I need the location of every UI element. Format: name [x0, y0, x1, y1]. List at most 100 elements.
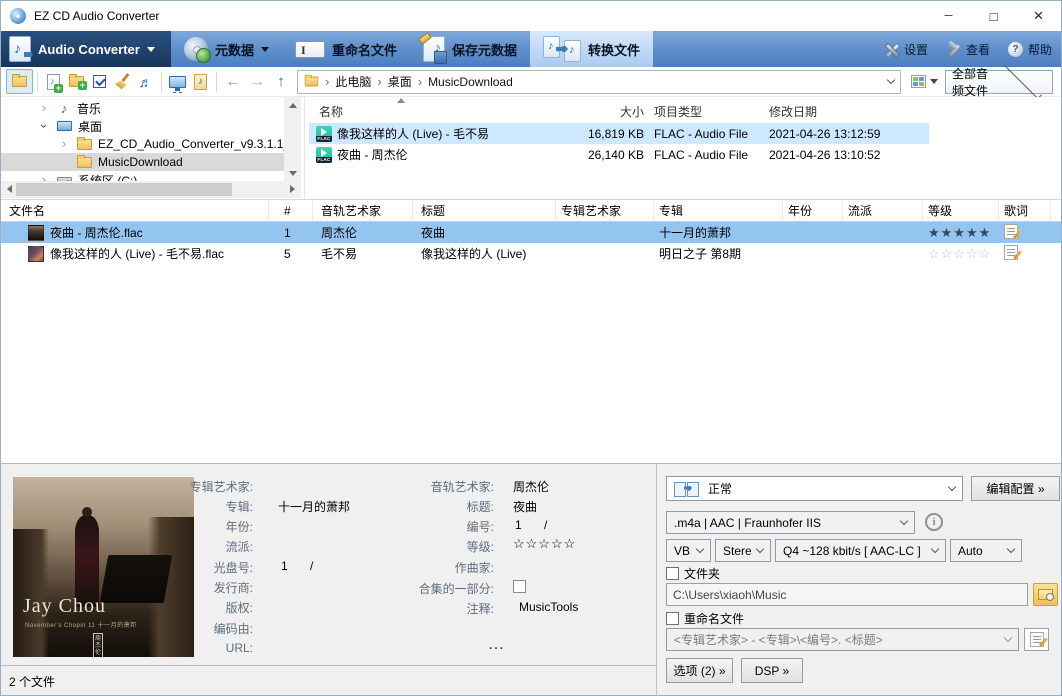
- track-filename: 像我这样的人 (Live) - 毛不易.flac: [50, 247, 225, 261]
- column-header-album-artist[interactable]: 专辑艺术家: [556, 199, 654, 222]
- metadata-button[interactable]: 元数据: [171, 31, 282, 67]
- column-header-artist[interactable]: 音轨艺术家: [313, 199, 413, 222]
- music-note-icon: [57, 101, 71, 116]
- audio-file-button[interactable]: [189, 69, 212, 94]
- samplerate-combo[interactable]: Auto: [950, 539, 1022, 562]
- column-header-lyrics[interactable]: 歌词: [999, 199, 1051, 222]
- tree-item-system-drive[interactable]: 系统区 (C:): [1, 171, 284, 181]
- display-button[interactable]: [166, 69, 189, 94]
- samplerate-value: Auto: [958, 543, 983, 558]
- breadcrumb-item-this-pc[interactable]: 此电脑: [335, 73, 371, 90]
- minimize-button[interactable]: [926, 1, 971, 31]
- explorer-row[interactable]: 像我这样的人 (Live) - 毛不易 16,819 KB FLAC - Aud…: [309, 123, 929, 144]
- info-icon[interactable]: [925, 513, 943, 531]
- tree-item-ezcd-folder[interactable]: EZ_CD_Audio_Converter_v9.3.1.1_x64_I: [1, 135, 284, 153]
- chevron-right-icon[interactable]: [37, 102, 51, 114]
- tree-horizontal-scrollbar[interactable]: [1, 181, 301, 198]
- table-row[interactable]: 夜曲 - 周杰伦.flac 1 周杰伦 夜曲 十一月的萧邦 ★★★★★: [1, 222, 1061, 243]
- scroll-down-button[interactable]: [284, 165, 301, 181]
- lyrics-edit-icon[interactable]: [1004, 244, 1018, 260]
- value-track-artist[interactable]: 周杰伦: [513, 478, 549, 495]
- add-files-button[interactable]: [42, 69, 65, 94]
- convert-files-button[interactable]: 转换文件: [530, 31, 654, 67]
- edit-pattern-button[interactable]: [1024, 628, 1049, 651]
- value-title[interactable]: 夜曲: [513, 498, 537, 515]
- save-metadata-button[interactable]: 保存元数据: [410, 31, 530, 67]
- chevron-expanded-icon[interactable]: [37, 120, 51, 132]
- chevron-down-icon[interactable]: [886, 75, 896, 85]
- settings-button[interactable]: 设置: [875, 31, 937, 67]
- value-number[interactable]: 1: [515, 518, 522, 532]
- tree-item-desktop[interactable]: 桌面: [1, 117, 284, 135]
- output-path-field[interactable]: C:\Users\xiaoh\Music: [666, 583, 1028, 606]
- up-button[interactable]: [269, 69, 293, 94]
- preset-combo[interactable]: 正常: [666, 476, 963, 501]
- explorer-header: 名称 大小 项目类型 修改日期: [309, 97, 1061, 123]
- edit-profile-button[interactable]: 编辑配置 »: [971, 476, 1060, 501]
- column-header-genre[interactable]: 流派: [843, 199, 923, 222]
- forward-button[interactable]: [245, 69, 269, 94]
- compilation-checkbox[interactable]: [513, 580, 526, 593]
- pane-splitter[interactable]: [304, 97, 305, 199]
- app-icon: [10, 8, 26, 24]
- column-header-modified[interactable]: 修改日期: [764, 103, 929, 120]
- browse-folder-button[interactable]: [1033, 583, 1058, 606]
- file-type-filter[interactable]: 全部音频文件: [945, 61, 1053, 99]
- bitrate-mode-combo[interactable]: VBR: [666, 539, 711, 562]
- maximize-button[interactable]: [971, 1, 1016, 31]
- clear-list-button[interactable]: [111, 69, 134, 94]
- options-button[interactable]: 选项 (2) »: [666, 658, 733, 683]
- folder-checkbox-row: 文件夹: [666, 565, 720, 582]
- tree-item-musicdownload[interactable]: MusicDownload: [1, 153, 284, 171]
- lyrics-edit-icon[interactable]: [1004, 223, 1018, 239]
- chevron-right-icon[interactable]: [37, 174, 51, 181]
- label-composer: 作曲家:: [454, 561, 494, 575]
- format-combo[interactable]: .m4a | AAC | Fraunhofer IIS: [666, 511, 915, 534]
- value-comment[interactable]: MusicTools: [519, 600, 578, 614]
- tree-vertical-scrollbar[interactable]: [284, 97, 301, 181]
- column-header-type[interactable]: 项目类型: [649, 103, 764, 120]
- dsp-button[interactable]: DSP »: [741, 658, 803, 683]
- channels-combo[interactable]: Stereo: [715, 539, 771, 562]
- breadcrumb[interactable]: 此电脑 桌面 MusicDownload: [297, 69, 901, 94]
- table-row[interactable]: 像我这样的人 (Live) - 毛不易.flac 5 毛不易 像我这样的人 (L…: [1, 243, 1061, 264]
- close-button[interactable]: [1016, 1, 1061, 31]
- column-header-filename[interactable]: 文件名: [1, 199, 269, 222]
- select-all-button[interactable]: [88, 69, 111, 94]
- value-disc[interactable]: 1: [281, 559, 288, 573]
- more-button[interactable]: ...: [489, 638, 505, 652]
- breadcrumb-item-desktop[interactable]: 桌面: [388, 73, 412, 90]
- column-header-album[interactable]: 专辑: [654, 199, 783, 222]
- track-filename-cell: 夜曲 - 周杰伦.flac: [1, 224, 269, 241]
- track-rating-stars[interactable]: ☆☆☆☆☆: [923, 246, 999, 262]
- rename-files-checkbox[interactable]: [666, 612, 679, 625]
- app-menu-button[interactable]: Audio Converter: [1, 31, 171, 67]
- column-header-rating[interactable]: 等级: [923, 199, 999, 222]
- label-rating: 等级:: [466, 540, 494, 554]
- track-rating-stars[interactable]: ★★★★★: [923, 225, 999, 241]
- back-button[interactable]: [221, 69, 245, 94]
- view-button[interactable]: 查看: [937, 31, 999, 67]
- rename-files-button[interactable]: 重命名文件: [282, 31, 410, 67]
- tree-item-music[interactable]: 音乐: [1, 99, 284, 117]
- explorer-row[interactable]: 夜曲 - 周杰伦 26,140 KB FLAC - Audio File 202…: [309, 144, 929, 165]
- folder-checkbox[interactable]: [666, 567, 679, 580]
- playlist-button[interactable]: [134, 69, 157, 94]
- rename-pattern-combo[interactable]: <专辑艺术家> - <专辑>\<编号>. <标题>: [666, 628, 1019, 651]
- value-rating-stars[interactable]: ☆☆☆☆☆: [513, 536, 576, 552]
- quality-combo[interactable]: Q4 ~128 kbit/s [ AAC-LC ]: [775, 539, 946, 562]
- chevron-right-icon[interactable]: [57, 138, 71, 150]
- scroll-up-button[interactable]: [284, 97, 301, 113]
- broom-icon: [115, 74, 131, 90]
- home-folder-button[interactable]: [6, 69, 33, 94]
- add-folder-button[interactable]: [65, 69, 88, 94]
- view-mode-button[interactable]: [907, 69, 941, 94]
- scrollbar-thumb[interactable]: [16, 183, 232, 196]
- breadcrumb-item-musicdownload[interactable]: MusicDownload: [428, 75, 513, 89]
- scroll-right-button[interactable]: [284, 181, 301, 197]
- column-header-title[interactable]: 标题: [413, 199, 556, 222]
- column-header-number[interactable]: #: [269, 199, 313, 222]
- column-header-name[interactable]: 名称: [309, 103, 549, 120]
- column-header-year[interactable]: 年份: [783, 199, 843, 222]
- column-header-size[interactable]: 大小: [549, 103, 649, 120]
